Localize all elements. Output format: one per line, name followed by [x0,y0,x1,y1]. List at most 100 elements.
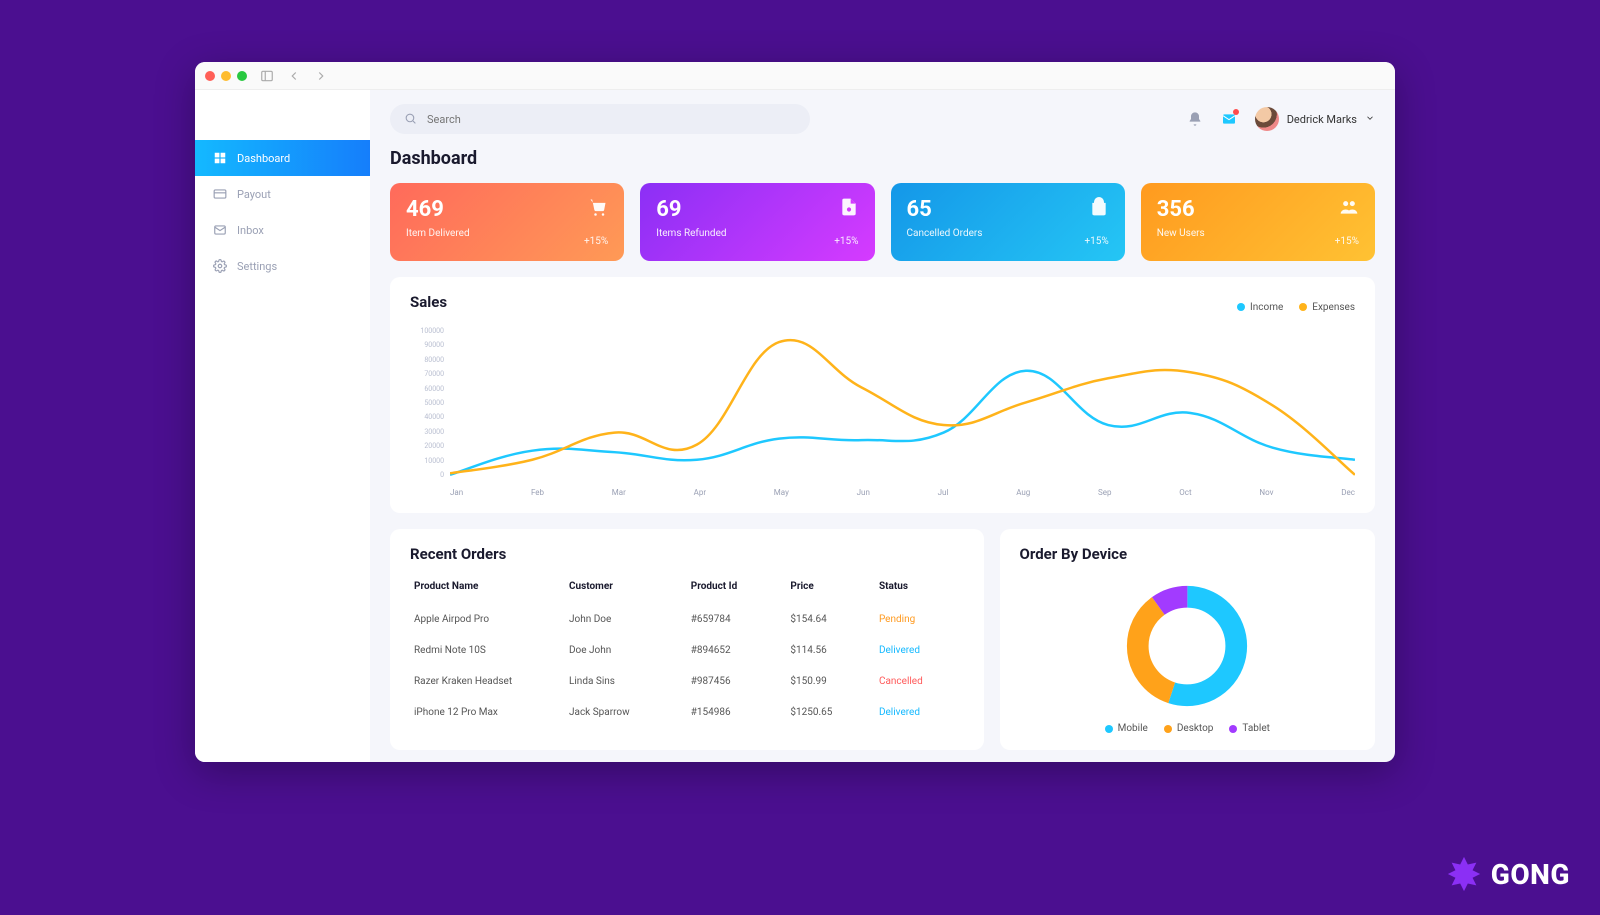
table-cell: Redmi Note 10S [410,635,565,666]
main-content: Dedrick Marks Dashboard 469 Item Deliver… [370,90,1395,762]
table-row[interactable]: Razer Kraken HeadsetLinda Sins#987456$15… [410,666,964,697]
orders-col-header: Price [786,573,875,604]
status-badge: Delivered [875,635,964,666]
table-cell: Razer Kraken Headset [410,666,565,697]
minimize-window-button[interactable] [221,71,231,81]
table-cell: $154.64 [786,604,875,635]
user-name: Dedrick Marks [1287,113,1357,126]
sales-panel: Sales Income Expenses 100000900008000070… [390,277,1375,513]
table-cell: Jack Sparrow [565,697,687,728]
sidebar-item-inbox[interactable]: Inbox [195,212,370,248]
legend-item: Tablet [1229,723,1269,734]
stat-card-delivered[interactable]: 469 Item Delivered +15% [390,183,624,261]
sales-chart-svg [450,327,1355,478]
topbar: Dedrick Marks [390,104,1375,134]
orders-title: Recent Orders [410,545,964,563]
messages-button[interactable] [1221,111,1237,127]
sidebar-item-label: Settings [237,260,277,273]
table-row[interactable]: Redmi Note 10SDoe John#894652$114.56Deli… [410,635,964,666]
orders-col-header: Status [875,573,964,604]
chart-x-axis: JanFebMarAprMayJunJulAugSepOctNovDec [450,488,1355,497]
orders-col-header: Customer [565,573,687,604]
stat-label: New Users [1157,228,1359,239]
table-cell: Linda Sins [565,666,687,697]
table-row[interactable]: Apple Airpod ProJohn Doe#659784$154.64Pe… [410,604,964,635]
stat-value: 65 [907,197,1109,222]
mail-icon [213,223,227,237]
table-cell: #987456 [687,666,787,697]
sales-legend: Income Expenses [1237,302,1355,313]
table-cell: $150.99 [786,666,875,697]
stat-value: 356 [1157,197,1359,222]
table-cell: $114.56 [786,635,875,666]
stat-pct: +15% [584,236,608,247]
browser-window: Dashboard Payout Inbox Settings [195,62,1395,762]
device-panel: Order By Device MobileDesktopTablet [1000,529,1375,750]
status-badge: Pending [875,604,964,635]
bag-icon [1089,197,1109,217]
sidebar: Dashboard Payout Inbox Settings [195,90,370,762]
stat-card-cancelled[interactable]: 65 Cancelled Orders +15% [891,183,1125,261]
page-title: Dashboard [390,148,1375,169]
notifications-button[interactable] [1187,111,1203,127]
device-legend: MobileDesktopTablet [1105,723,1270,734]
nav-forward-button[interactable] [314,69,328,83]
maximize-window-button[interactable] [237,71,247,81]
gong-logo-text: GONG [1491,858,1570,891]
sidebar-item-label: Dashboard [237,152,290,165]
stat-card-refunded[interactable]: 69 Items Refunded +15% [640,183,874,261]
stat-label: Cancelled Orders [907,228,1109,239]
table-cell: #894652 [687,635,787,666]
sales-title: Sales [410,293,447,311]
bottom-panels: Recent Orders Product NameCustomerProduc… [390,529,1375,750]
users-icon [1339,197,1359,217]
grid-icon [213,151,227,165]
device-title: Order By Device [1020,545,1355,563]
sidebar-item-label: Payout [237,188,271,201]
orders-table: Product NameCustomerProduct IdPriceStatu… [410,573,964,728]
sidebar-item-label: Inbox [237,224,264,237]
stat-value: 69 [656,197,858,222]
orders-col-header: Product Id [687,573,787,604]
stat-cards: 469 Item Delivered +15% 69 Items Refunde… [390,183,1375,261]
device-donut-chart [1122,581,1252,711]
search-input[interactable] [427,113,796,126]
stat-label: Items Refunded [656,228,858,239]
close-window-button[interactable] [205,71,215,81]
stat-pct: +15% [1335,236,1359,247]
legend-expenses: Expenses [1299,302,1355,313]
user-menu[interactable]: Dedrick Marks [1255,107,1375,131]
table-cell: $1250.65 [786,697,875,728]
table-cell: iPhone 12 Pro Max [410,697,565,728]
gong-brand: GONG [1445,855,1570,893]
legend-label: Tablet [1242,723,1269,734]
table-cell: Doe John [565,635,687,666]
table-cell: Apple Airpod Pro [410,604,565,635]
stat-card-newusers[interactable]: 356 New Users +15% [1141,183,1375,261]
orders-col-header: Product Name [410,573,565,604]
sidebar-item-settings[interactable]: Settings [195,248,370,284]
search-box[interactable] [390,104,810,134]
status-badge: Cancelled [875,666,964,697]
legend-income: Income [1237,302,1283,313]
card-icon [213,187,227,201]
app-shell: Dashboard Payout Inbox Settings [195,90,1395,762]
table-row[interactable]: iPhone 12 Pro MaxJack Sparrow#154986$125… [410,697,964,728]
search-icon [404,110,417,129]
cart-icon [588,197,608,217]
sales-chart: 1000009000080000700006000050000400003000… [410,327,1355,497]
stat-pct: +15% [834,236,858,247]
legend-item: Desktop [1164,723,1214,734]
traffic-lights [205,71,247,81]
legend-label: Desktop [1177,723,1214,734]
sidebar-item-dashboard[interactable]: Dashboard [195,140,370,176]
sidebar-toggle-icon[interactable] [260,69,274,83]
chevron-down-icon [1365,113,1375,126]
chart-y-axis: 1000009000080000700006000050000400003000… [410,327,444,479]
window-titlebar [195,62,1395,90]
nav-back-button[interactable] [287,69,301,83]
orders-panel: Recent Orders Product NameCustomerProduc… [390,529,984,750]
legend-label: Income [1250,302,1283,313]
table-cell: #659784 [687,604,787,635]
sidebar-item-payout[interactable]: Payout [195,176,370,212]
